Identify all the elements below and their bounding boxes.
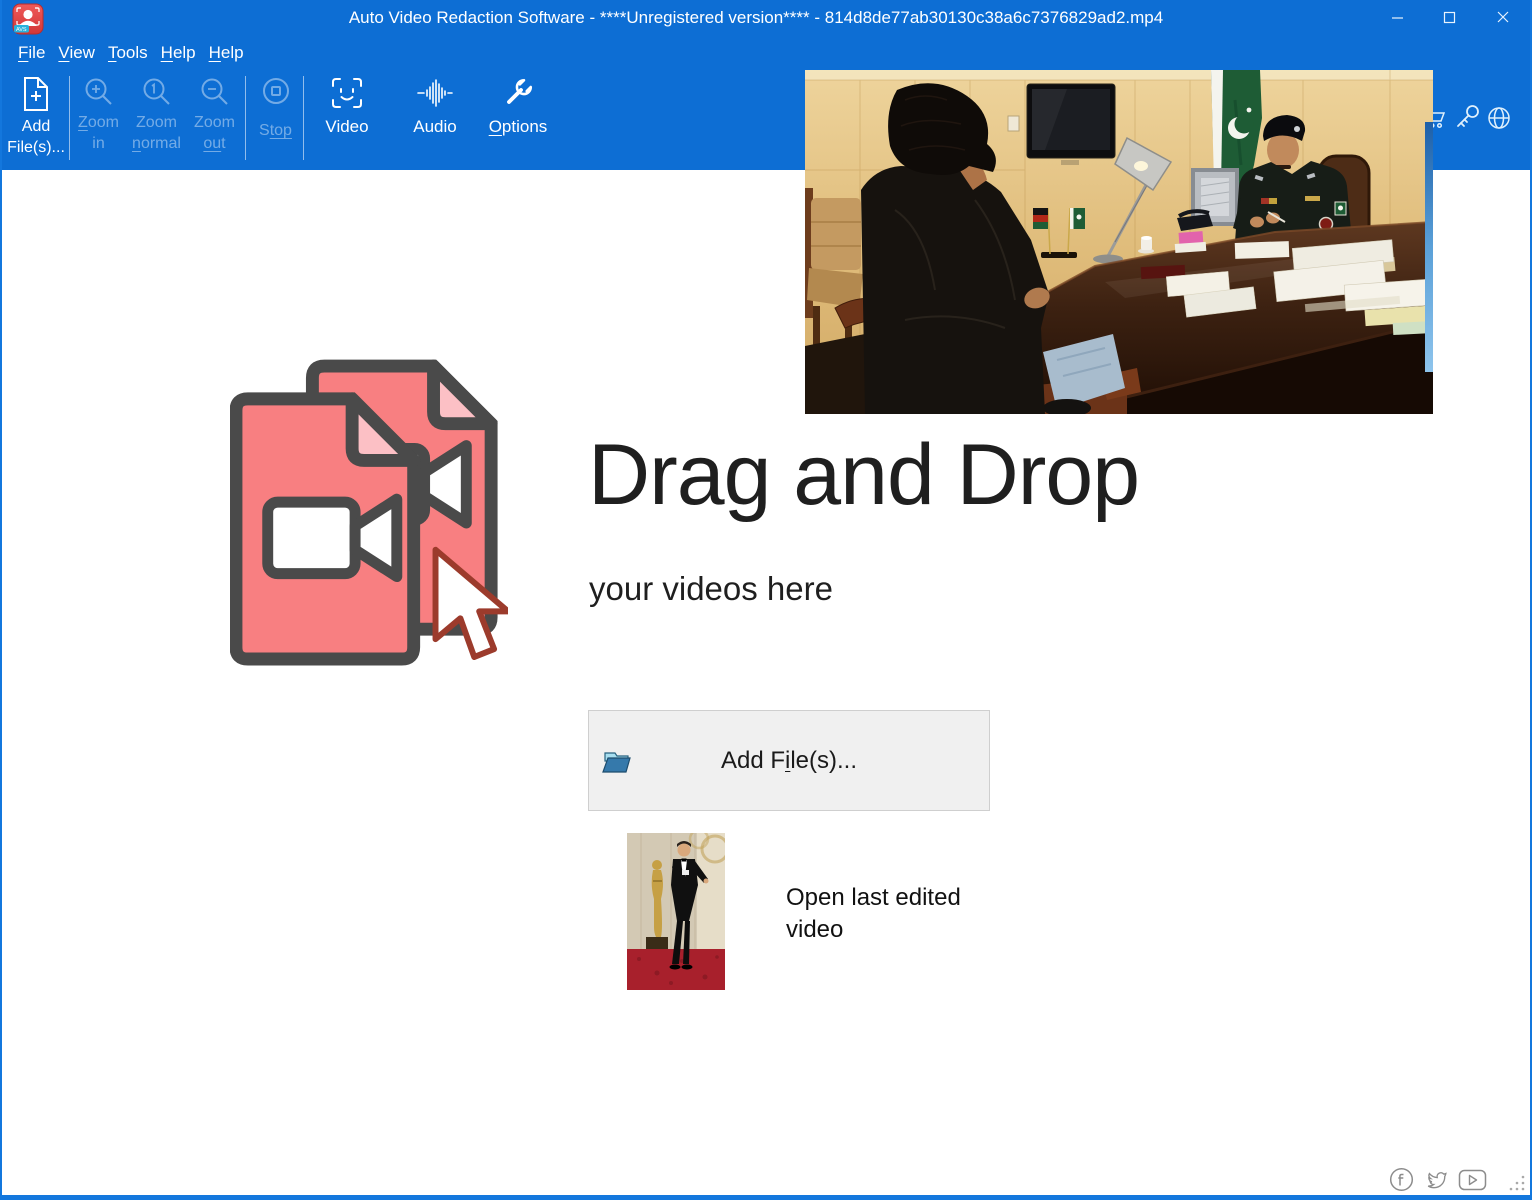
youtube-button[interactable] — [1458, 1169, 1487, 1196]
drag-drop-subheadline: your videos here — [589, 570, 833, 608]
key-icon — [1454, 103, 1481, 131]
globe-button[interactable] — [1486, 105, 1512, 136]
zoom-out-toolbar-button: Zoomout — [186, 68, 243, 166]
close-button[interactable] — [1480, 0, 1526, 34]
maximize-button[interactable] — [1426, 0, 1472, 34]
avs-badge: AVS — [16, 27, 27, 33]
menu-view[interactable]: View — [58, 40, 95, 68]
zoom-in-toolbar-button: Zoomin — [70, 68, 127, 166]
twitter-button[interactable] — [1423, 1167, 1450, 1197]
globe-icon — [1486, 105, 1512, 131]
open-last-video-button[interactable]: Open last edited video — [627, 833, 1027, 993]
video-preview — [805, 70, 1433, 414]
last-video-thumbnail — [627, 833, 725, 990]
video-files-drop-icon — [230, 350, 508, 690]
folder-icon — [601, 749, 631, 780]
menu-file[interactable]: File — [18, 40, 45, 68]
app-window: AVS Auto Video Redaction Software - ****… — [0, 0, 1532, 1200]
face-scan-icon — [330, 76, 364, 110]
wrench-icon — [501, 76, 535, 110]
add-files-button-label: Add File(s)... — [721, 747, 857, 775]
menubar: File View Tools Help Help — [18, 40, 244, 68]
window-title: Auto Video Redaction Software - ****Unre… — [182, 0, 1330, 38]
audio-toolbar-button[interactable]: Audio — [404, 68, 466, 166]
zoom-normal-icon — [141, 76, 173, 108]
menu-help-1[interactable]: Help — [161, 40, 196, 68]
drag-drop-headline: Drag and Drop — [588, 426, 1139, 525]
facebook-icon — [1389, 1167, 1414, 1192]
toolbar: AddFile(s)... Zoomin Zoomnormal — [2, 68, 802, 170]
add-files-toolbar-button[interactable]: AddFile(s)... — [6, 68, 66, 166]
zoom-in-icon — [83, 76, 115, 108]
add-files-button[interactable]: Add File(s)... — [588, 710, 990, 811]
options-toolbar-button[interactable]: Options — [482, 68, 554, 166]
twitter-icon — [1423, 1167, 1450, 1192]
toolbar-separator — [245, 76, 246, 160]
stop-icon — [261, 76, 291, 106]
video-toolbar-button[interactable]: Video — [314, 68, 380, 166]
add-file-icon — [21, 76, 51, 112]
titlebar: AVS Auto Video Redaction Software - ****… — [2, 0, 1530, 40]
open-last-video-label: Open last edited video — [786, 882, 982, 946]
stop-toolbar-button: Stop — [248, 68, 303, 166]
resize-grip-icon — [1508, 1174, 1526, 1192]
zoom-normal-toolbar-button: Zoomnormal — [128, 68, 185, 166]
youtube-icon — [1458, 1169, 1487, 1191]
maximize-icon — [1443, 11, 1456, 24]
app-icon: AVS — [12, 3, 44, 35]
menu-tools[interactable]: Tools — [108, 40, 148, 68]
menu-help-2[interactable]: Help — [209, 40, 244, 68]
minimize-icon — [1391, 11, 1404, 24]
toolbar-separator — [303, 76, 304, 160]
key-button[interactable] — [1454, 103, 1481, 136]
resize-grip[interactable] — [1508, 1174, 1526, 1197]
waveform-icon — [416, 76, 454, 110]
minimize-button[interactable] — [1374, 0, 1420, 34]
zoom-out-icon — [199, 76, 231, 108]
close-icon — [1496, 10, 1510, 24]
facebook-button[interactable] — [1389, 1167, 1414, 1197]
video-frame-office-scene — [805, 70, 1433, 414]
